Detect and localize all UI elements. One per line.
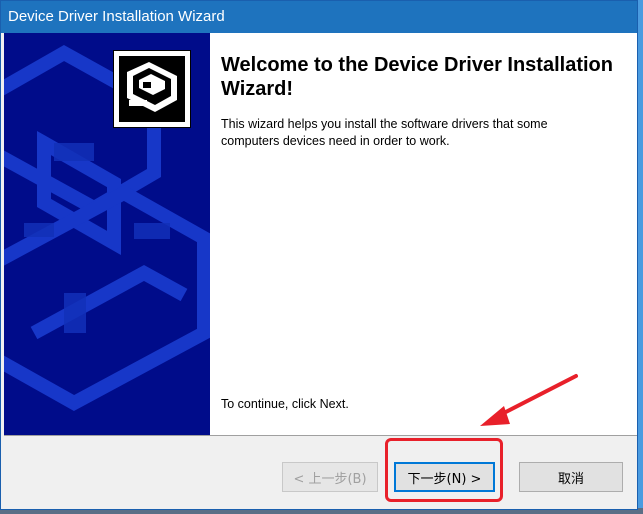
footer-divider xyxy=(4,435,637,436)
hardware-device-icon xyxy=(119,56,185,122)
back-button[interactable]: < 上一步(B) xyxy=(282,462,378,492)
welcome-heading: Welcome to the Device Driver Installatio… xyxy=(221,54,613,100)
title-bar[interactable]: Device Driver Installation Wizard xyxy=(1,1,637,33)
annotation-arrow-icon xyxy=(480,374,578,426)
continue-instruction: To continue, click Next. xyxy=(221,397,349,411)
window-title: Device Driver Installation Wizard xyxy=(8,8,225,25)
wizard-window: Device Driver Installation Wizard Welcom… xyxy=(0,0,638,510)
wizard-banner xyxy=(4,33,210,435)
cancel-button[interactable]: 取消 xyxy=(519,462,623,492)
annotation-highlight-box xyxy=(385,438,503,502)
wizard-description: This wizard helps you install the softwa… xyxy=(221,117,548,148)
device-logo xyxy=(113,50,191,128)
